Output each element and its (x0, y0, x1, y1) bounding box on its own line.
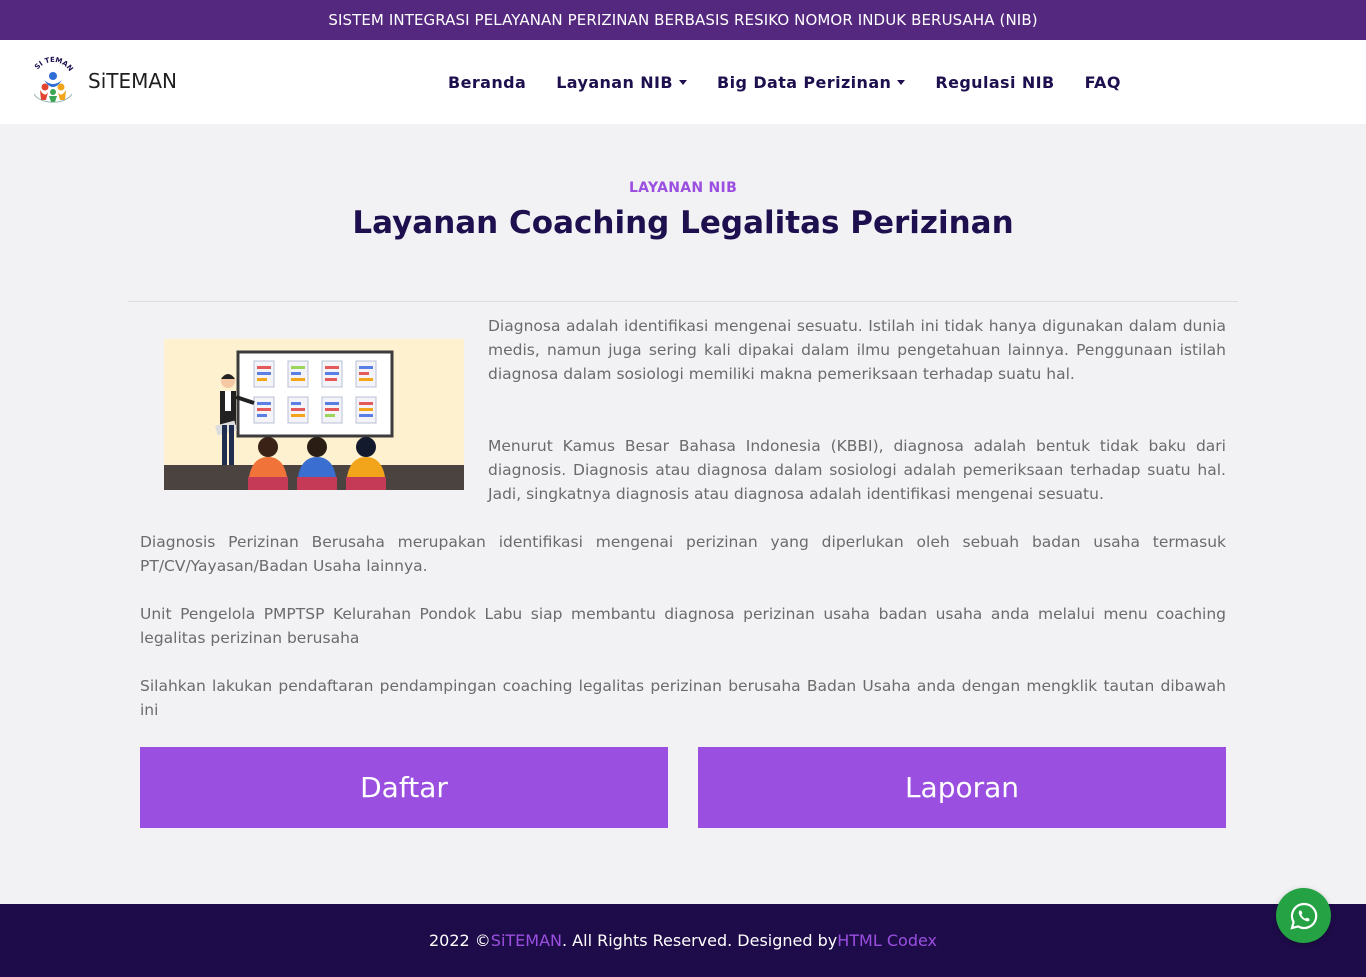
laporan-button-label: Laporan (904, 771, 1020, 804)
nav-beranda-label: Beranda (448, 72, 527, 92)
whatsapp-icon (1289, 902, 1317, 930)
footer-prefix: 2022 © (428, 931, 491, 950)
siteman-logo: SI TEMAN (26, 54, 80, 108)
page-title: Layanan Coaching Legalitas Perizinan (352, 205, 1014, 241)
nav-layanan-nib-label: Layanan NIB (556, 72, 674, 92)
footer: 2022 © SiTEMAN . All Rights Reserved. De… (0, 904, 1366, 977)
paragraph-diagnosis-perizinan: Diagnosis Perizinan Berusaha merupakan i… (140, 533, 1226, 575)
daftar-button[interactable]: Daftar (140, 747, 668, 828)
coaching-illustration (164, 339, 464, 490)
nav-beranda[interactable]: Beranda (448, 73, 526, 92)
nav-layanan-nib[interactable]: Layanan NIB (556, 72, 688, 92)
nav-regulasi-nib-label: Regulasi NIB (935, 72, 1055, 92)
footer-designer-link[interactable]: HTML Codex (837, 931, 937, 950)
chevron-down-icon (897, 79, 906, 85)
laporan-button[interactable]: Laporan (698, 747, 1226, 828)
chevron-down-icon (679, 79, 688, 85)
svg-text:SI TEMAN: SI TEMAN (33, 56, 74, 73)
whatsapp-button[interactable] (1276, 888, 1331, 943)
footer-middle: . All Rights Reserved. Designed by (562, 931, 838, 950)
nav-faq[interactable]: FAQ (1085, 73, 1121, 92)
nav-big-data-label: Big Data Perizinan (717, 72, 892, 92)
daftar-button-label: Daftar (360, 771, 448, 804)
navbar: SI TEMAN SiTEMAN Beranda Layanan NIB Big… (0, 40, 1366, 124)
nav-big-data-perizinan[interactable]: Big Data Perizinan (717, 72, 906, 92)
divider (128, 301, 1238, 302)
nav-regulasi-nib[interactable]: Regulasi NIB (935, 73, 1054, 92)
nav-faq-label: FAQ (1084, 72, 1121, 92)
brand-name: SiTEMAN (88, 69, 178, 93)
top-banner: SISTEM INTEGRASI PELAYANAN PERIZINAN BER… (0, 0, 1366, 40)
footer-brand-link[interactable]: SiTEMAN (491, 931, 562, 950)
section-label: LAYANAN NIB (628, 180, 738, 196)
paragraph-silahkan: Silahkan lakukan pendaftaran pendampinga… (140, 677, 1226, 719)
paragraph-diagnosa-definisi: Diagnosa adalah identifikasi mengenai se… (488, 317, 1226, 383)
brand-link[interactable]: SI TEMAN SiTEMAN (26, 54, 177, 108)
main-nav: Beranda Layanan NIB Big Data Perizinan R… (448, 40, 1121, 124)
top-banner-text: SISTEM INTEGRASI PELAYANAN PERIZINAN BER… (328, 11, 1038, 29)
paragraph-unit-pengelola: Unit Pengelola PMPTSP Kelurahan Pondok L… (140, 605, 1226, 647)
paragraph-kbbi: Menurut Kamus Besar Bahasa Indonesia (KB… (488, 437, 1226, 503)
